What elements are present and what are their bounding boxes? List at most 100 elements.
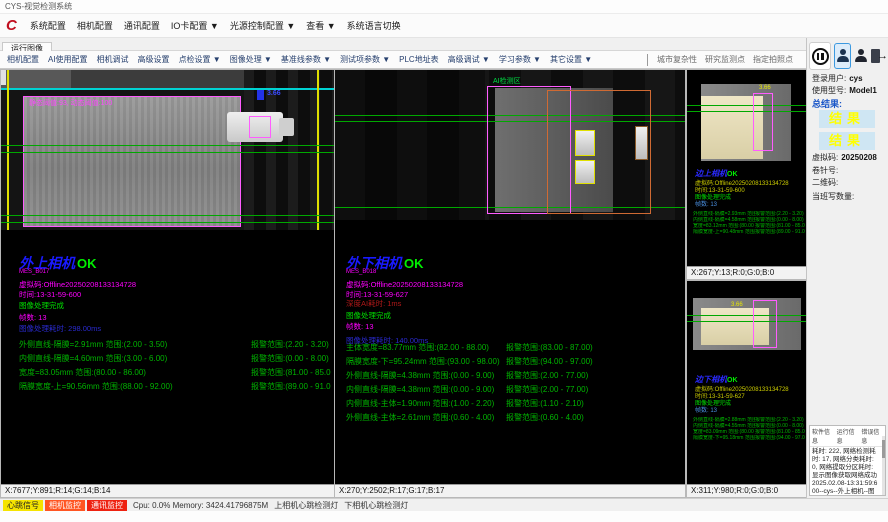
measure-marker-value: 3.66 <box>267 90 281 97</box>
menu-item-3[interactable]: 通讯配置 <box>124 19 160 32</box>
menu-item-4[interactable]: IO卡配置 ▼ <box>171 19 219 32</box>
detection-box <box>249 116 271 138</box>
image-bright-corner <box>1 70 6 85</box>
pixel-coord-bar-outer-top: X:7677;Y:891;R:14;G:14;B:14 <box>1 484 334 497</box>
operator-icon <box>854 49 868 63</box>
menu-item-7[interactable]: 系统语言切换 <box>347 19 401 32</box>
model-field: 使用型号:Model1 <box>812 85 877 96</box>
result-box-1: 结果 <box>819 110 875 128</box>
toolbar-divider <box>647 54 648 66</box>
measure-value: 内侧直线-主体=1.90mm 范围:(1.00 - 2.20) <box>346 397 506 411</box>
alarm-range: 报警范围:(81.00 - 85.00) <box>251 368 331 377</box>
title-bar[interactable]: CYS-视觉检测系统 <box>0 0 888 14</box>
frame-line: 帧数: 13 <box>346 322 676 332</box>
alarm-range: 报警范围:(2.20 - 3.20) <box>251 340 329 349</box>
qr-code-field: 二维码: <box>812 177 838 188</box>
menu-item-1[interactable]: 系统配置 <box>30 19 66 32</box>
login-user-button[interactable] <box>834 43 851 69</box>
log-scrollbar[interactable] <box>882 436 885 495</box>
time-line: 时间:13-31-59-600 <box>695 188 803 195</box>
control-buttons <box>809 42 887 70</box>
frame-line: 帧数: 13 <box>19 313 331 323</box>
toolbar-item-7[interactable]: 基准线参数 ▼ <box>281 54 331 65</box>
login-user-field: 登录用户:cys <box>812 73 863 84</box>
done-line: 图像处理完成 <box>346 311 676 321</box>
measure-line <box>687 315 806 316</box>
pause-button[interactable] <box>809 42 831 70</box>
measure-row: 隔膜宽度-上=90.48mm 范围:(88.00 - 92.00)报警范围:(8… <box>693 229 805 235</box>
result-report-edge-top: 边上相机OK 虚拟码:Offline20250208133134728 时间:1… <box>695 169 803 209</box>
toolbar: 相机配置 AI使用配置相机调试高级设置点检设置 ▼ 图像处理 ▼ 基准线参数 ▼ 测试项… <box>0 51 806 69</box>
measure-row: 隔膜宽度-上=90.56mm 范围:(88.00 - 92.00)报警范围:(8… <box>19 380 331 394</box>
result-report-edge-bottom: 边下相机OK 虚拟码:Offline20250208133134728 时间:1… <box>695 375 803 415</box>
toolbar-item-12[interactable]: 其它设置 ▼ <box>550 54 592 65</box>
window-bottom-fill <box>0 511 888 522</box>
measure-rows-edge-bottom: 外侧直线-隔膜=2.88mm 范围:(2.00 - 3.50)报警范围:(2.2… <box>693 417 805 441</box>
toolbar-item-9[interactable]: PLC地址表 <box>399 54 439 65</box>
toolbar-right-item-2[interactable]: 研究监测点 <box>705 54 745 65</box>
camera-title: 边下相机OK <box>695 375 803 385</box>
toolbar-item-1[interactable]: 相机配置 <box>7 54 39 65</box>
virtual-code-field: 虚拟码:20250208 <box>812 152 877 163</box>
info-tab-2[interactable]: 运行信息 <box>837 427 859 445</box>
virtual-code-value: 20250208 <box>841 153 877 162</box>
time-line: 时间:13-31-59-627 <box>346 290 676 300</box>
cpu-memory-status: Cpu: 0.0% Memory: 3424.41796875M <box>133 501 268 510</box>
measure-value: 外侧直线-主体=2.61mm 范围:(0.60 - 4.00) <box>346 411 506 425</box>
camera-panel-outer-top: 静态阈值:93, 动态阈值:100 3.66 外上相机OK MES_B017 虚… <box>1 70 334 497</box>
detection-box-magenta <box>753 93 773 151</box>
camera-image-edge-bottom[interactable]: 3.66 <box>687 281 806 359</box>
status-badge-3: 通讯监控 <box>87 500 127 511</box>
virtual-code-line: 虚拟码:Offline20250208133134728 <box>695 181 803 188</box>
toolbar-item-10[interactable]: 高级调试 ▼ <box>448 54 490 65</box>
window-title: CYS-视觉检测系统 <box>5 2 72 11</box>
result-box-2: 结果 <box>819 132 875 150</box>
camera-image-outer-bottom[interactable]: AI检测区 <box>335 70 685 220</box>
toolbar-item-4[interactable]: 高级设置 <box>138 54 170 65</box>
user-icon <box>836 49 850 63</box>
menu-item-5[interactable]: 光源控制配置 ▼ <box>230 19 295 32</box>
toolbar-item-8[interactable]: 测试项参数 ▼ <box>340 54 390 65</box>
toolbar-right-item-1[interactable]: 城市复杂性 <box>657 54 697 65</box>
write-count-field: 当班写数量: <box>812 191 854 202</box>
ai-zone-label: AI检测区 <box>493 76 521 86</box>
detection-box-magenta <box>753 300 777 348</box>
camera-panel-edge-top: 3.66 边上相机OK 虚拟码:Offline20250208133134728… <box>687 70 806 279</box>
toolbar-item-6[interactable]: 图像处理 ▼ <box>230 54 272 65</box>
app-logo-icon: C <box>6 18 17 33</box>
toolbar-item-11[interactable]: 学习参数 ▼ <box>499 54 541 65</box>
measure-line <box>687 321 806 322</box>
status-badges: 心跳信号相机监控通讯监控 <box>3 500 127 511</box>
status-ok: OK <box>727 377 738 384</box>
status-bar: 心跳信号相机监控通讯监控 Cpu: 0.0% Memory: 3424.4179… <box>0 498 888 511</box>
main-area: 静态阈值:93, 动态阈值:100 3.66 外上相机OK MES_B017 虚… <box>0 69 806 498</box>
camera-image-outer-top[interactable]: 静态阈值:93, 动态阈值:100 3.66 <box>1 70 334 230</box>
info-tab-1[interactable]: 软件信息 <box>812 427 834 445</box>
menu-item-6[interactable]: 查看 ▼ <box>306 19 335 32</box>
toolbar-item-3[interactable]: 相机调试 <box>97 54 129 65</box>
pixel-coord-bar-edge-top: X:267;Y:13;R:0;G:0;B:0 <box>687 266 806 279</box>
menu-item-2[interactable]: 相机配置 <box>77 19 113 32</box>
measure-marker <box>257 90 264 100</box>
toolbar-item-2[interactable]: AI使用配置 <box>48 54 88 65</box>
measure-row: 内侧直线-隔膜=4.60mm 范围:(3.00 - 6.00)报警范围:(0.0… <box>19 352 331 366</box>
toolbar-right-item-3[interactable]: 指定拍照点 <box>753 54 793 65</box>
exit-button[interactable] <box>871 44 887 68</box>
marker-value: 3.66 <box>759 85 771 91</box>
measure-line <box>1 222 334 223</box>
ai-elapsed-line: 深度AI耗时: 1ms <box>346 299 676 309</box>
operator-button[interactable] <box>854 44 868 68</box>
status-badge-2: 相机监控 <box>45 500 85 511</box>
status-ok: OK <box>727 171 738 178</box>
measure-row: 外侧直线-隔膜=4.38mm 范围:(0.00 - 9.00)报警范围:(2.0… <box>346 369 681 383</box>
measure-value: 外侧直线-隔膜=4.38mm 范围:(0.00 - 9.00) <box>346 369 506 383</box>
baseline-cyan <box>1 88 334 90</box>
camera-image-edge-top[interactable]: 3.66 <box>687 70 806 166</box>
exit-icon <box>871 49 887 63</box>
camera-title: 边上相机OK <box>695 169 803 179</box>
weld-spot <box>575 160 595 184</box>
time-line: 时间:13-31-59-627 <box>695 394 803 401</box>
info-tab-3[interactable]: 错误信息 <box>861 427 883 445</box>
alarm-range: 报警范围:(89.00 - 91.00) <box>251 382 331 391</box>
toolbar-item-5[interactable]: 点检设置 ▼ <box>179 54 221 65</box>
